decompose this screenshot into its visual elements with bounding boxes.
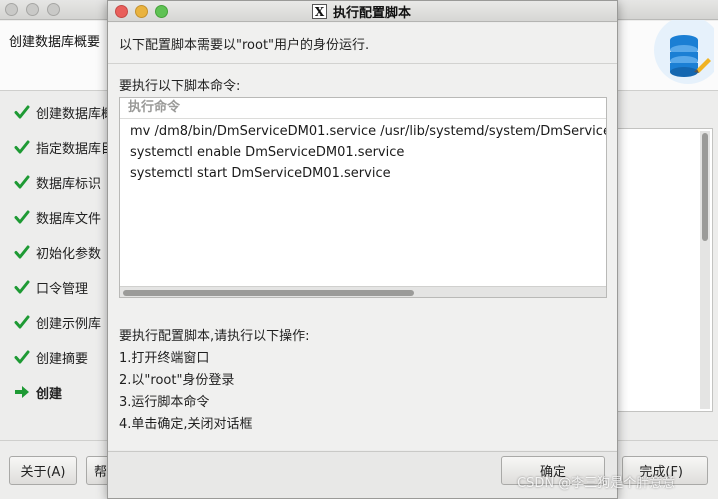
run-config-script-dialog: X 执行配置脚本 以下配置脚本需要以"root"用户的身份运行. 要执行以下脚本… — [107, 0, 618, 499]
step-label: 创建示例库 — [36, 316, 102, 332]
checkmark-icon — [14, 210, 30, 224]
checkmark-icon — [14, 245, 30, 259]
step-label: 创建 — [36, 386, 63, 402]
step-create: 创建 — [14, 382, 114, 402]
checkmark-icon — [14, 315, 30, 329]
instruction-item: 1.打开终端窗口 — [119, 351, 210, 366]
database-logo-icon — [654, 20, 714, 84]
intro-divider — [108, 63, 617, 64]
maximize-window-button[interactable] — [47, 3, 60, 16]
step-init-params: 初始化参数 — [14, 242, 114, 262]
progress-log-panel — [612, 128, 713, 412]
dialog-close-button[interactable] — [115, 5, 128, 18]
instruction-item: 2.以"root"身份登录 — [119, 373, 235, 388]
checkmark-icon — [14, 140, 30, 154]
minimize-window-button[interactable] — [26, 3, 39, 16]
dialog-minimize-button[interactable] — [135, 5, 148, 18]
command-row[interactable]: mv /dm8/bin/DmServiceDM01.service /usr/l… — [130, 122, 606, 142]
step-label: 口令管理 — [36, 281, 89, 297]
step-db-identity: 数据库标识 — [14, 172, 114, 192]
checkmark-icon — [14, 350, 30, 364]
dialog-maximize-button[interactable] — [155, 5, 168, 18]
dialog-title: 执行配置脚本 — [333, 6, 412, 21]
intro-text: 以下配置脚本需要以"root"用户的身份运行. — [119, 38, 370, 53]
command-row[interactable]: systemctl start DmServiceDM01.service — [130, 164, 391, 184]
arrow-right-icon — [15, 386, 29, 398]
checkmark-icon — [14, 105, 30, 119]
column-header-command[interactable]: 执行命令 — [120, 98, 606, 119]
step-create-digest: 创建摘要 — [14, 347, 114, 367]
step-label: 初始化参数 — [36, 246, 102, 262]
instruction-item: 4.单击确定,关闭对话框 — [119, 417, 253, 432]
dialog-titlebar: X 执行配置脚本 — [108, 1, 617, 22]
step-label: 数据库标识 — [36, 176, 102, 192]
log-scroll-thumb[interactable] — [702, 133, 708, 241]
step-db-directory: 指定数据库目录 — [14, 137, 114, 157]
close-window-button[interactable] — [5, 3, 18, 16]
step-label: 指定数据库目录 — [36, 141, 114, 157]
x-window-icon: X — [312, 4, 327, 19]
commands-label: 要执行以下脚本命令: — [119, 79, 241, 94]
command-row[interactable]: systemctl enable DmServiceDM01.service — [130, 143, 404, 163]
commands-table[interactable]: 执行命令 mv /dm8/bin/DmServiceDM01.service /… — [119, 97, 607, 298]
commands-scroll-thumb[interactable] — [123, 290, 414, 296]
step-create-summary: 创建数据库概要 — [14, 102, 114, 122]
step-password: 口令管理 — [14, 277, 114, 297]
checkmark-icon — [14, 175, 30, 189]
step-label: 创建数据库概要 — [36, 106, 114, 122]
checkmark-icon — [14, 280, 30, 294]
instructions-title: 要执行配置脚本,请执行以下操作: — [119, 329, 310, 344]
step-db-files: 数据库文件 — [14, 207, 114, 227]
about-button[interactable]: 关于(A) — [9, 456, 77, 485]
commands-horizontal-scrollbar[interactable] — [120, 286, 606, 297]
watermark-text: CSDN @李三狗是个胖意意 — [517, 476, 676, 491]
page-title: 创建数据库概要 — [9, 35, 101, 50]
step-label: 数据库文件 — [36, 211, 102, 227]
step-label: 创建摘要 — [36, 351, 89, 367]
step-sample-db: 创建示例库 — [14, 312, 114, 332]
dialog-title-group: X 执行配置脚本 — [312, 3, 412, 21]
dialog-body: 以下配置脚本需要以"root"用户的身份运行. 要执行以下脚本命令: 执行命令 … — [108, 23, 617, 450]
instruction-item: 3.运行脚本命令 — [119, 395, 210, 410]
